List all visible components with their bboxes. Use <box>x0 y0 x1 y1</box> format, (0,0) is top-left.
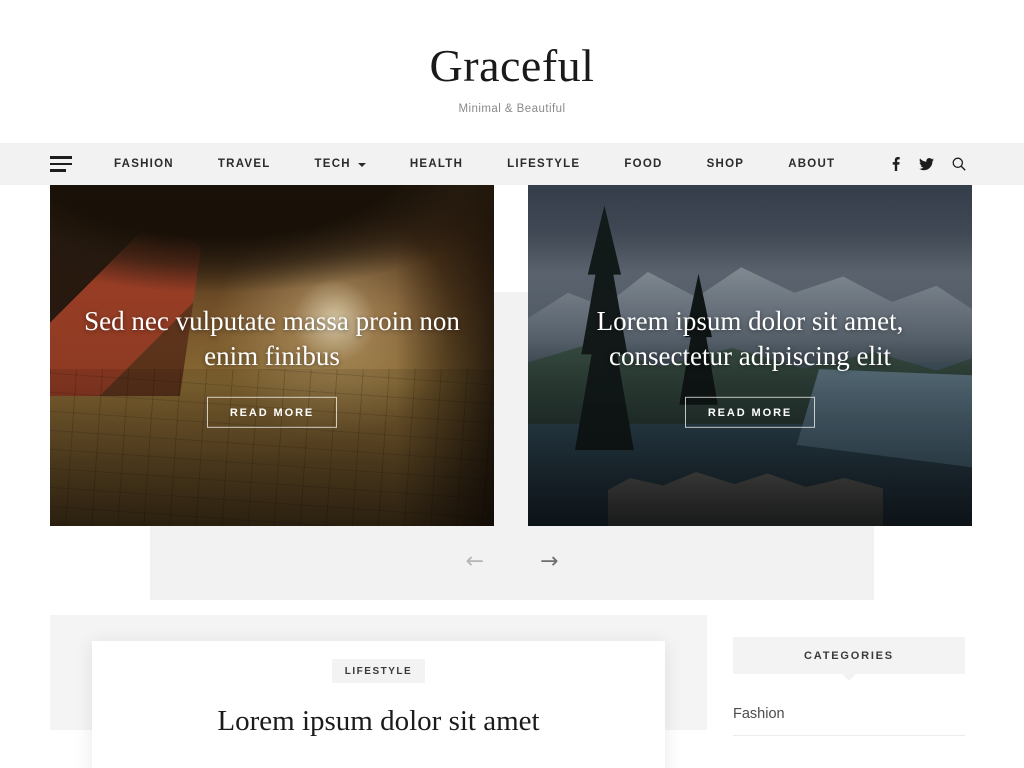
nav-item-label: TRAVEL <box>217 158 271 170</box>
nav-item-travel[interactable]: TRAVEL <box>196 158 293 170</box>
slider-track: Sed nec vulputate massa proin non enim f… <box>0 185 1024 526</box>
nav-item-shop[interactable]: SHOP <box>685 158 767 170</box>
nav-item-label: SHOP <box>706 158 745 170</box>
nav-item-label: TECH <box>314 158 351 170</box>
slide-title[interactable]: Sed nec vulputate massa proin non enim f… <box>64 303 480 374</box>
read-more-button[interactable]: READ MORE <box>684 396 816 428</box>
categories-list: Fashion <box>733 696 965 736</box>
nav-item-health[interactable]: HEALTH <box>388 158 485 170</box>
chevron-down-icon <box>357 162 366 167</box>
slider-prev-arrow-icon[interactable]: ← <box>458 547 492 577</box>
main-navigation: FASHION TRAVEL TECH HEALTH LIFESTYLE FOO… <box>0 143 1024 185</box>
slide-2[interactable]: Lorem ipsum dolor sit amet, consectetur … <box>528 185 972 526</box>
read-more-button[interactable]: READ MORE <box>206 396 338 428</box>
twitter-icon[interactable] <box>919 157 934 171</box>
nav-item-label: HEALTH <box>409 158 464 170</box>
nav-item-label: FOOD <box>624 158 663 170</box>
post-title[interactable]: Lorem ipsum dolor sit amet <box>92 705 665 738</box>
nav-social-group <box>890 157 996 171</box>
post-card[interactable]: LIFESTYLE Lorem ipsum dolor sit amet <box>92 641 665 768</box>
slider-controls: ← → <box>0 547 1024 577</box>
hamburger-icon[interactable] <box>50 156 72 172</box>
nav-item-label: FASHION <box>114 158 174 170</box>
sidebar: CATEGORIES Fashion <box>733 637 965 736</box>
post-category-badge[interactable]: LIFESTYLE <box>331 659 426 683</box>
slide-1[interactable]: Sed nec vulputate massa proin non enim f… <box>50 185 494 526</box>
nav-menu: FASHION TRAVEL TECH HEALTH LIFESTYLE FOO… <box>114 158 857 170</box>
widget-pointer-icon <box>842 674 856 681</box>
slider-next-arrow-icon[interactable]: → <box>532 547 566 577</box>
nav-item-tech[interactable]: TECH <box>293 158 388 170</box>
hamburger-line <box>50 169 66 172</box>
category-item-fashion[interactable]: Fashion <box>733 696 965 736</box>
nav-item-food[interactable]: FOOD <box>602 158 684 170</box>
content-area: LIFESTYLE Lorem ipsum dolor sit amet CAT… <box>0 615 1024 768</box>
categories-widget-header: CATEGORIES <box>733 637 965 681</box>
widget-title: CATEGORIES <box>733 637 965 674</box>
featured-slider: Sed nec vulputate massa proin non enim f… <box>0 185 1024 615</box>
facebook-icon[interactable] <box>890 157 901 171</box>
hamburger-line <box>50 162 72 166</box>
search-icon[interactable] <box>952 157 966 171</box>
nav-item-label: ABOUT <box>788 158 836 170</box>
site-title[interactable]: Graceful <box>430 41 595 90</box>
slide-1-content: Sed nec vulputate massa proin non enim f… <box>50 303 494 428</box>
hamburger-line <box>50 156 72 159</box>
nav-item-label: LIFESTYLE <box>507 158 581 170</box>
nav-item-about[interactable]: ABOUT <box>766 158 857 170</box>
site-tagline: Minimal & Beautiful <box>458 103 566 116</box>
slide-2-content: Lorem ipsum dolor sit amet, consectetur … <box>528 303 972 428</box>
slide-title[interactable]: Lorem ipsum dolor sit amet, consectetur … <box>542 303 958 374</box>
site-header: Graceful Minimal & Beautiful <box>0 0 1024 143</box>
nav-item-lifestyle[interactable]: LIFESTYLE <box>485 158 602 170</box>
nav-item-fashion[interactable]: FASHION <box>114 158 196 170</box>
